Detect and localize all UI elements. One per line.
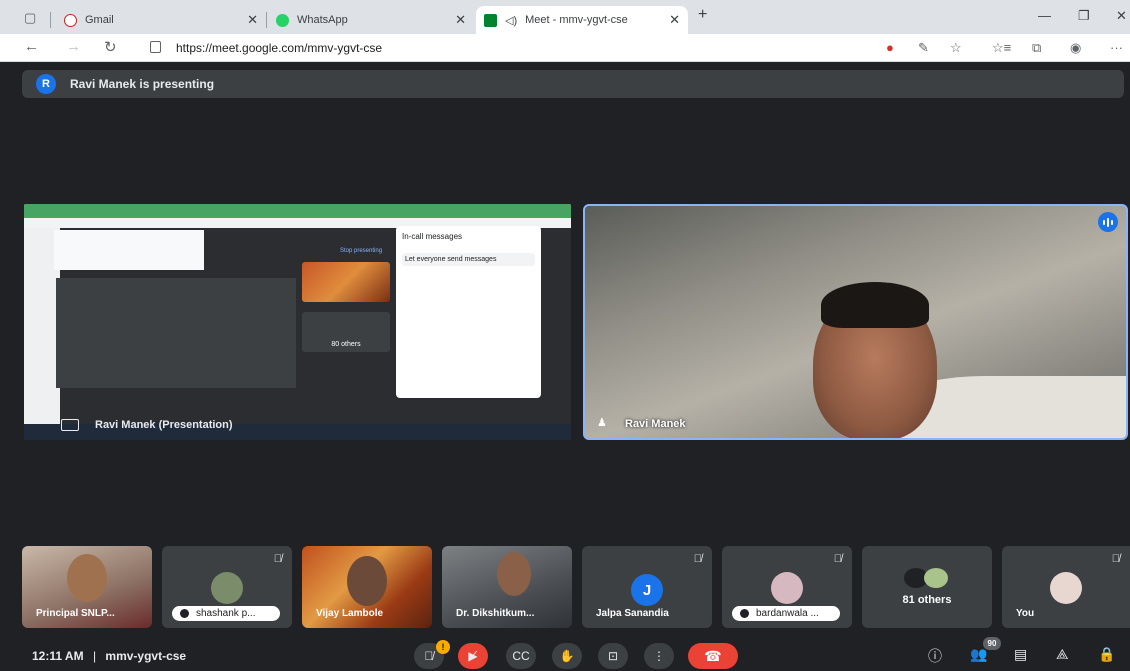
participant-face xyxy=(497,552,531,596)
participant-avatar xyxy=(211,572,243,604)
raise-hand-badge: ! xyxy=(436,640,450,654)
captions-button[interactable]: CC xyxy=(506,643,536,669)
participant-tile[interactable]: 🎙̸ J Jalpa Sanandia xyxy=(582,546,712,628)
participant-tile[interactable]: Vijay Lambole xyxy=(302,546,432,628)
more-menu-icon[interactable]: ··· xyxy=(1110,40,1123,55)
close-icon[interactable]: ✕ xyxy=(669,12,680,28)
speaker-video-tile[interactable]: ♟ Ravi Manek xyxy=(583,204,1128,440)
raise-hand-button[interactable]: ✋ xyxy=(552,643,582,669)
speaking-indicator-icon xyxy=(1098,212,1118,232)
others-avatars xyxy=(924,568,948,588)
mic-off-icon: 🎙̸ xyxy=(273,553,282,565)
forward-arrow-icon[interactable]: → xyxy=(66,38,81,55)
mic-off-icon: 🎙̸ xyxy=(693,553,702,565)
close-icon[interactable]: ✕ xyxy=(455,12,466,28)
back-arrow-icon[interactable]: ← xyxy=(24,38,39,55)
participant-tile[interactable]: Dr. Dikshitkum... xyxy=(442,546,572,628)
meeting-details-icon[interactable]: ⓘ xyxy=(928,646,942,666)
self-name: You xyxy=(1016,608,1035,619)
tab-meet[interactable]: ◁) Meet - mmv-ygvt-cse ✕ xyxy=(476,6,688,34)
tab-whatsapp[interactable]: WhatsApp ✕ xyxy=(268,6,474,34)
mic-off-icon: 🎙̸ xyxy=(1111,553,1120,565)
more-options-button[interactable]: ⋮ xyxy=(644,643,674,669)
favorite-star-icon[interactable]: ☆ xyxy=(950,40,962,56)
profile-icon[interactable]: ◉ xyxy=(1070,40,1081,56)
others-label: 81 others xyxy=(902,594,952,606)
participant-avatar xyxy=(771,572,803,604)
speaker-hair xyxy=(821,282,929,328)
self-avatar xyxy=(1050,572,1082,604)
participant-tile[interactable]: 🎙̸ shashank p... xyxy=(162,546,292,628)
shared-stop-presenting: Stop presenting xyxy=(340,248,383,254)
participant-name-pill: bardanwala ... xyxy=(732,606,840,621)
meet-icon xyxy=(484,13,497,27)
participant-name: Jalpa Sanandia xyxy=(596,608,669,619)
person-icon xyxy=(740,609,749,618)
minimize-icon[interactable]: — xyxy=(1038,8,1051,23)
shared-window-titlebar xyxy=(24,204,571,218)
participant-face xyxy=(347,556,387,606)
presenter-avatar: R xyxy=(36,74,56,94)
restore-icon[interactable]: ❐ xyxy=(1078,8,1090,24)
url-field[interactable]: https://meet.google.com/mmv-ygvt-cse xyxy=(176,41,382,55)
tab-gmail-label: Gmail xyxy=(85,14,114,26)
end-call-button[interactable]: ☎ xyxy=(688,643,738,669)
shared-others-tile: 80 others xyxy=(302,312,390,352)
browser-tab-bar: ▢ Gmail ✕ WhatsApp ✕ ◁) Meet - mmv-ygvt-… xyxy=(0,0,1130,34)
present-screen-button[interactable]: ⊡ xyxy=(598,643,628,669)
participant-initial-avatar: J xyxy=(631,574,663,606)
people-icon[interactable]: 👥 xyxy=(970,646,987,663)
camera-blocked-icon[interactable]: ● xyxy=(886,40,894,55)
window-menu-icon[interactable]: ▢ xyxy=(24,10,36,26)
favorites-list-icon[interactable]: ☆≡ xyxy=(992,40,1011,56)
shared-inner-screen xyxy=(56,278,296,388)
new-tab-icon[interactable]: + xyxy=(698,6,707,24)
tab-meet-label: Meet - mmv-ygvt-cse xyxy=(525,14,628,26)
self-tile[interactable]: 🎙̸ You xyxy=(1002,546,1130,628)
shared-participant-tile xyxy=(302,262,390,302)
presenting-text: Ravi Manek is presenting xyxy=(70,77,215,91)
participant-name: Dr. Dikshitkum... xyxy=(456,608,535,619)
address-bar: ← → ↻ https://meet.google.com/mmv-ygvt-c… xyxy=(0,34,1130,62)
participant-name: shashank p... xyxy=(196,608,256,619)
participant-name: Vijay Lambole xyxy=(316,608,384,619)
host-controls-icon[interactable]: 🔒 xyxy=(1098,646,1115,663)
shared-others-label: 80 others xyxy=(331,341,361,348)
person-icon xyxy=(180,609,189,618)
participant-tile[interactable]: Principal SNLP... xyxy=(22,546,152,628)
others-tile[interactable]: 81 others xyxy=(862,546,992,628)
reload-icon[interactable]: ↻ xyxy=(104,38,117,56)
shared-notice-box xyxy=(54,230,204,270)
whatsapp-icon xyxy=(276,13,289,27)
speaker-name: Ravi Manek xyxy=(625,418,686,430)
shared-panel-title: In-call messages xyxy=(402,232,463,241)
presentation-icon xyxy=(61,419,79,431)
collections-icon[interactable]: ⧉ xyxy=(1032,40,1041,56)
window-close-icon[interactable]: ✕ xyxy=(1116,8,1127,24)
lock-icon[interactable] xyxy=(150,41,161,53)
clock-time: 12:11 AM xyxy=(32,649,84,663)
presenting-banner: R Ravi Manek is presenting xyxy=(22,70,1124,98)
pin-icon[interactable]: ♟ xyxy=(597,416,607,429)
activities-icon[interactable]: ⟁ xyxy=(1056,646,1069,663)
pen-icon[interactable]: ✎ xyxy=(918,40,929,56)
shared-panel-toggle-label: Let everyone send messages xyxy=(402,253,535,266)
mic-off-icon: 🎙̸ xyxy=(833,553,842,565)
tab-gmail[interactable]: Gmail ✕ xyxy=(56,6,266,34)
shared-in-call-messages-panel: In-call messages Let everyone send messa… xyxy=(396,226,541,398)
participant-tile[interactable]: 🎙̸ bardanwala ... xyxy=(722,546,852,628)
participant-face xyxy=(67,554,107,602)
camera-toggle-button[interactable]: ▶̸ xyxy=(458,643,488,669)
meeting-info: 12:11 AM | mmv-ygvt-cse xyxy=(32,649,187,663)
presentation-label: Ravi Manek (Presentation) xyxy=(95,419,233,431)
meeting-code: mmv-ygvt-cse xyxy=(105,649,187,663)
tab-whatsapp-label: WhatsApp xyxy=(297,14,348,26)
participant-name: Principal SNLP... xyxy=(36,608,115,619)
participant-name: bardanwala ... xyxy=(756,608,819,619)
close-icon[interactable]: ✕ xyxy=(247,12,258,28)
participant-name-pill: shashank p... xyxy=(172,606,280,621)
chat-icon[interactable]: ▤ xyxy=(1014,646,1027,663)
gmail-icon xyxy=(64,13,77,27)
speaker-icon[interactable]: ◁) xyxy=(505,14,517,27)
